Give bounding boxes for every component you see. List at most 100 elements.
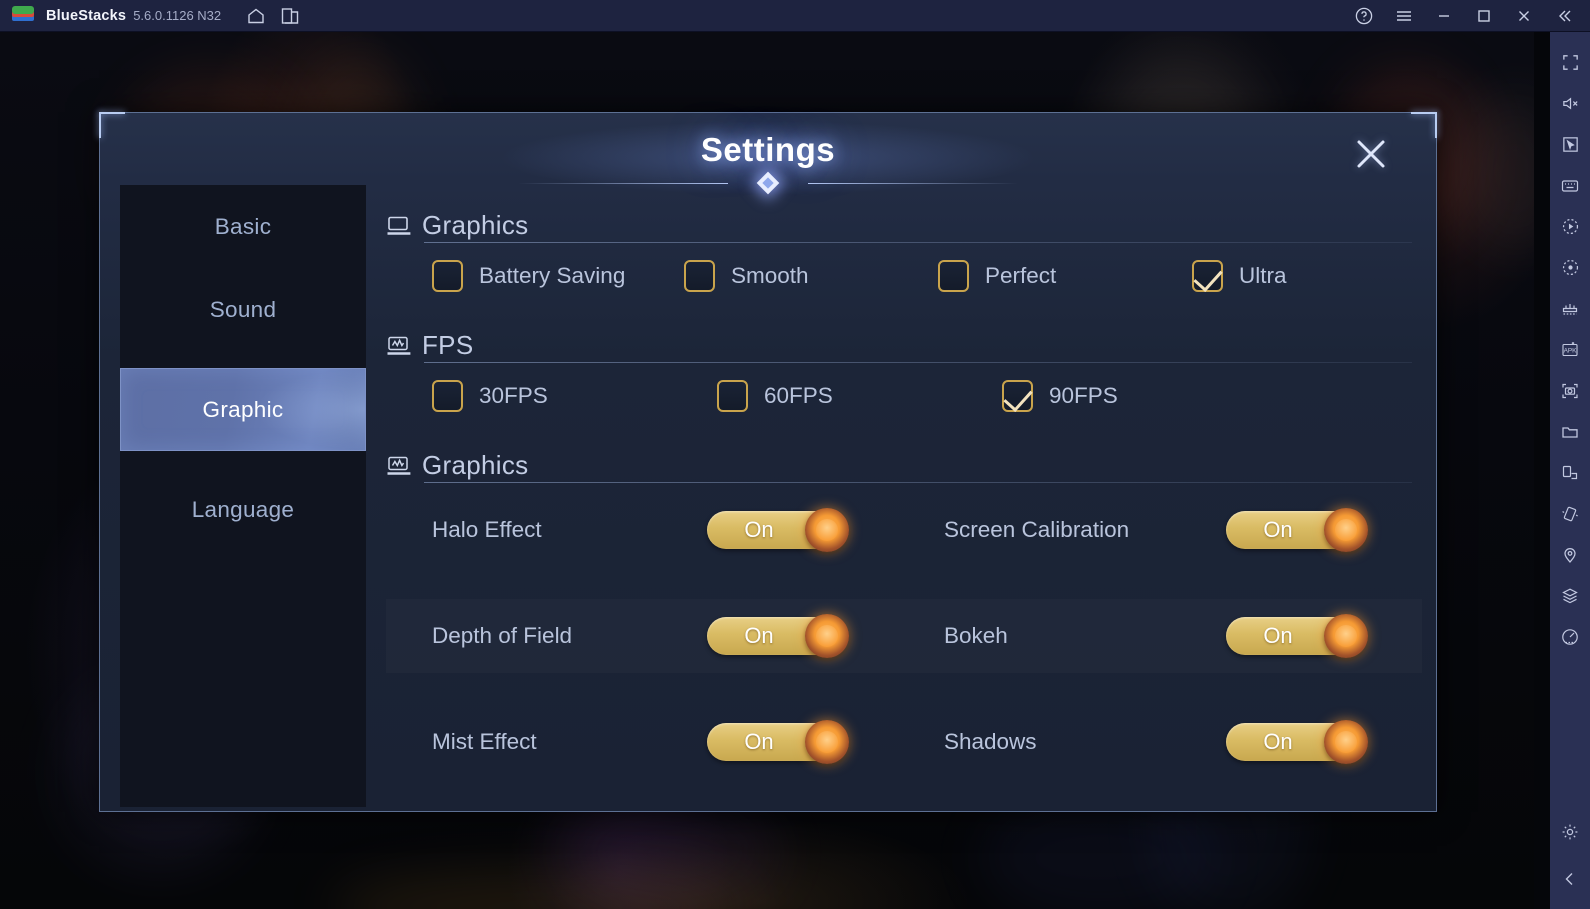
option-perfect[interactable]: Perfect — [938, 260, 1192, 292]
bluestacks-logo-icon — [12, 5, 34, 26]
shake-icon[interactable] — [1550, 493, 1590, 534]
title-divider — [518, 171, 1018, 195]
option-label: 30FPS — [479, 383, 548, 408]
macro-icon[interactable] — [1550, 206, 1590, 247]
checkbox[interactable] — [717, 380, 748, 412]
mute-icon[interactable] — [1550, 83, 1590, 124]
sidebar-item-label: Sound — [209, 296, 277, 322]
option-90fps[interactable]: 90FPS — [1002, 380, 1118, 412]
record-icon[interactable] — [1550, 247, 1590, 288]
toggle-mist-effect[interactable]: On — [707, 720, 849, 764]
option-label: Battery Saving — [479, 263, 626, 288]
graphics-quality-options: Battery Saving Smooth Perfect Ultra — [386, 239, 1422, 313]
section-title: Graphics — [422, 210, 529, 240]
setting-label-screen-calibration: Screen Calibration — [944, 517, 1130, 542]
multi-instance-manager-icon[interactable] — [1550, 575, 1590, 616]
option-label: Perfect — [985, 263, 1057, 288]
setting-label-bokeh: Bokeh — [944, 623, 1008, 648]
settings-icon[interactable] — [1550, 811, 1590, 852]
toggle-state-label: On — [744, 623, 774, 648]
toggle-bokeh[interactable]: On — [1226, 614, 1368, 658]
toggle-screen-calibration[interactable]: On — [1226, 508, 1368, 552]
option-30fps[interactable]: 30FPS — [432, 380, 717, 412]
close-dialog-button[interactable] — [1348, 131, 1394, 177]
page-title: Settings — [700, 131, 836, 168]
option-label: 90FPS — [1049, 383, 1118, 408]
toggle-knob — [805, 720, 849, 764]
setting-row: Mist Effect On Shadows On — [386, 705, 1422, 779]
toggle-knob — [805, 508, 849, 552]
minimize-icon[interactable] — [1424, 0, 1464, 32]
setting-row: Depth of Field On Bokeh On — [386, 599, 1422, 673]
cursor-icon[interactable] — [1550, 124, 1590, 165]
checkbox[interactable] — [432, 380, 463, 412]
section-header-fps: FPS — [386, 315, 1422, 363]
settings-sidebar: Basic Sound Graphic Language — [120, 185, 366, 807]
home-icon[interactable] — [239, 0, 273, 32]
toggle-halo-effect[interactable]: On — [707, 508, 849, 552]
monitor-icon — [386, 213, 414, 239]
checkbox[interactable] — [432, 260, 463, 292]
app-version: 5.6.0.1126 N32 — [133, 8, 222, 23]
setting-label-mist-effect: Mist Effect — [432, 729, 537, 754]
toggle-depth-of-field[interactable]: On — [707, 614, 849, 658]
sidebar-item-label: Basic — [214, 213, 272, 239]
app-name: BlueStacks — [46, 7, 127, 24]
fps-options: 30FPS 60FPS 90FPS — [386, 359, 1422, 433]
sidebar-item-graphic[interactable]: Graphic — [120, 368, 366, 451]
checkbox[interactable] — [1002, 380, 1033, 412]
setting-row: Halo Effect On Screen Calibration On — [386, 493, 1422, 567]
settings-dialog: Settings Basic Sound Graphic Language Gr… — [99, 112, 1437, 812]
toggle-knob — [1324, 720, 1368, 764]
toggle-state-label: On — [1263, 729, 1293, 754]
section-title: FPS — [422, 330, 474, 360]
back-icon[interactable] — [1550, 858, 1590, 899]
option-battery-saving[interactable]: Battery Saving — [432, 260, 684, 292]
sidebar-item-language[interactable]: Language — [120, 468, 366, 551]
fullscreen-icon[interactable] — [1550, 42, 1590, 83]
section-header-graphics-effects: Graphics — [386, 435, 1422, 483]
section-header-graphics-quality: Graphics — [386, 195, 1422, 243]
game-controls-icon[interactable] — [1550, 288, 1590, 329]
toggle-knob — [805, 614, 849, 658]
location-icon[interactable] — [1550, 534, 1590, 575]
install-apk-icon[interactable]: APK — [1550, 329, 1590, 370]
toggle-state-label: On — [744, 729, 774, 754]
settings-content: Graphics Battery Saving Smooth Perfect U… — [366, 191, 1436, 811]
window-title-bar: BlueStacks 5.6.0.1126 N32 — [0, 0, 1590, 32]
fps-monitor-icon — [386, 333, 414, 359]
section-title: Graphics — [422, 450, 529, 480]
checkbox[interactable] — [684, 260, 715, 292]
option-label: Ultra — [1239, 263, 1287, 288]
sidebar-item-sound[interactable]: Sound — [120, 268, 366, 351]
svg-text:APK: APK — [1564, 347, 1578, 354]
option-60fps[interactable]: 60FPS — [717, 380, 1002, 412]
media-folder-icon[interactable] — [1550, 411, 1590, 452]
option-ultra[interactable]: Ultra — [1192, 260, 1287, 292]
menu-icon[interactable] — [1384, 0, 1424, 32]
option-label: 60FPS — [764, 383, 833, 408]
toggle-state-label: On — [744, 517, 774, 542]
dialog-header: Settings — [100, 113, 1436, 195]
checkbox[interactable] — [938, 260, 969, 292]
section-rule — [424, 362, 1412, 363]
section-rule — [424, 242, 1412, 243]
eco-mode-icon[interactable] — [1550, 616, 1590, 657]
maximize-icon[interactable] — [1464, 0, 1504, 32]
collapse-icon[interactable] — [1544, 0, 1584, 32]
multi-instance-icon[interactable] — [273, 0, 307, 32]
option-smooth[interactable]: Smooth — [684, 260, 938, 292]
checkbox[interactable] — [1192, 260, 1223, 292]
toggle-shadows[interactable]: On — [1226, 720, 1368, 764]
sidebar-item-label: Language — [191, 496, 295, 522]
toggle-knob — [1324, 508, 1368, 552]
setting-label-halo-effect: Halo Effect — [432, 517, 542, 542]
toggle-state-label: On — [1263, 623, 1293, 648]
sidebar-item-basic[interactable]: Basic — [120, 185, 366, 268]
close-icon[interactable] — [1504, 0, 1544, 32]
setting-label-depth-of-field: Depth of Field — [432, 623, 573, 648]
help-icon[interactable] — [1344, 0, 1384, 32]
screenshot-icon[interactable] — [1550, 370, 1590, 411]
keyboard-controls-icon[interactable] — [1550, 165, 1590, 206]
rotate-icon[interactable] — [1550, 452, 1590, 493]
